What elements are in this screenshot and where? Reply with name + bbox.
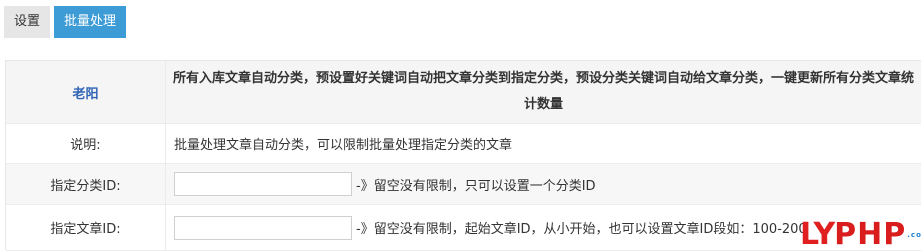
author-link[interactable]: 老阳 — [6, 61, 166, 123]
tab-batch-processing[interactable]: 批量处理 — [54, 6, 127, 38]
article-id-hint: -》留空没有限制，起始文章ID，从小开始，也可以设置文章ID段如：100-200 — [356, 222, 807, 237]
category-id-hint: -》留空没有限制，只可以设置一个分类ID — [356, 178, 596, 194]
watermark-php: PHP .com — [834, 220, 921, 250]
category-id-row: 指定分类ID: -》留空没有限制，只可以设置一个分类ID — [6, 164, 921, 205]
batch-form-panel: 老阳 所有入库文章自动分类，预设置好关键词自动把文章分类到指定分类，预设分类关键… — [5, 60, 921, 251]
plugin-header-row: 老阳 所有入库文章自动分类，预设置好关键词自动把文章分类到指定分类，预设分类关键… — [6, 61, 921, 124]
article-id-label: 指定文章ID: — [6, 205, 166, 250]
tab-settings[interactable]: 设置 — [4, 6, 51, 38]
watermark-php-text: PHP — [834, 217, 907, 252]
lyphp-watermark-logo: LY PHP .com — [800, 214, 921, 252]
watermark-ly: LY — [800, 217, 835, 252]
plugin-description: 所有入库文章自动分类，预设置好关键词自动把文章分类到指定分类，预设分类关键词自动… — [172, 71, 914, 112]
article-id-row: 指定文章ID: -》留空没有限制，起始文章ID，从小开始，也可以设置文章ID段如… — [6, 205, 921, 251]
tab-bar: 设置 批量处理 — [4, 6, 127, 39]
description-label: 说明: — [6, 124, 166, 163]
watermark-domain-suffix: .com — [907, 231, 921, 239]
category-id-label: 指定分类ID: — [6, 164, 166, 204]
category-id-cell: -》留空没有限制，只可以设置一个分类ID — [166, 164, 921, 204]
category-id-input[interactable] — [174, 172, 352, 196]
description-row: 说明: 批量处理文章自动分类，可以限制批量处理指定分类的文章 — [6, 124, 921, 164]
description-text: 批量处理文章自动分类，可以限制批量处理指定分类的文章 — [174, 138, 513, 153]
article-id-input[interactable] — [174, 215, 352, 240]
